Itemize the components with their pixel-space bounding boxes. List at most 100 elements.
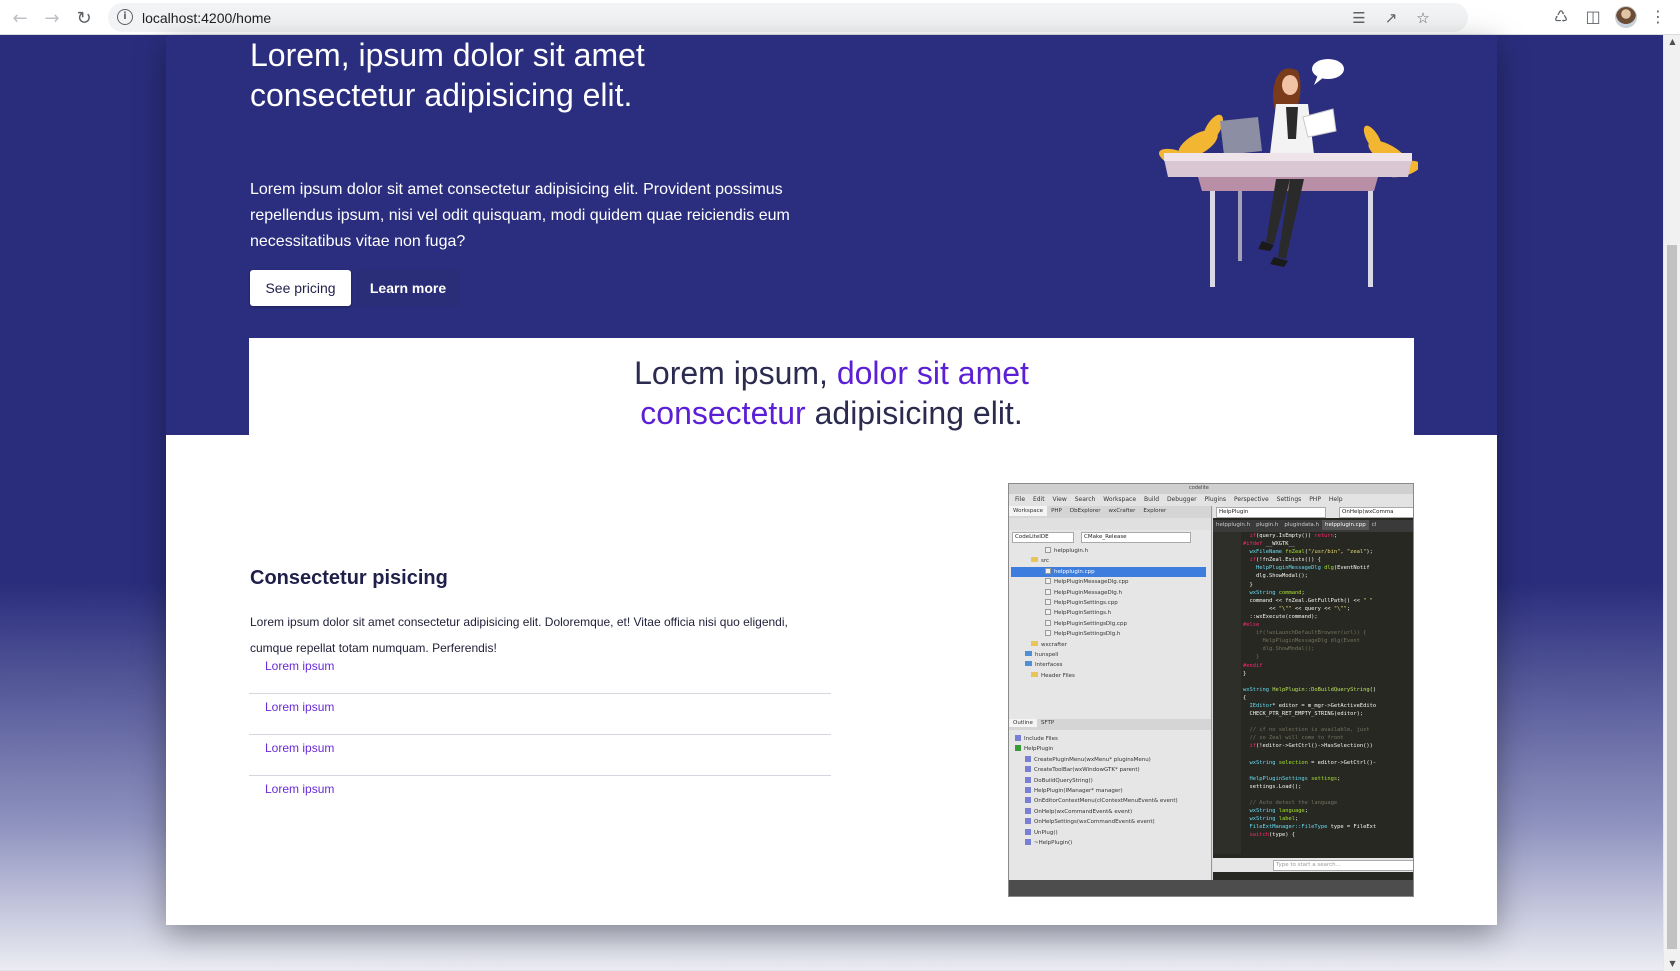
ide-tab: cl [1371,522,1377,528]
outline-item: OnHelp(wxCommandEvent& event) [1015,807,1205,817]
hero-section: Lorem, ipsum dolor sit amet consectetur … [166,35,1497,435]
ide-tab: wxCrafter [1108,508,1136,514]
hero-illustration [1159,59,1418,287]
ide-left-toolbar [1009,518,1211,530]
tree-item: HelpPluginSettingsDlg.cpp [1011,619,1206,629]
ide-outline: Include Files HelpPlugin CreatePluginMen… [1015,734,1205,848]
ide-screenshot: codelite File Edit View Search Workspace… [1008,483,1414,897]
banner-title-part1: Lorem ipsum, [634,355,837,391]
outline-item: Include Files [1015,734,1205,744]
hero-text: Lorem ipsum dolor sit amet consectetur a… [250,181,790,250]
ide-tab: Explorer [1143,508,1167,514]
banner-title-accent2: consectetur [640,395,806,431]
list-item[interactable]: Lorem ipsum [249,776,831,817]
scroll-down-icon[interactable]: ▼ [1664,957,1680,971]
ide-tab: helpplugin.cpp [1322,520,1369,530]
menu-icon[interactable]: ⋮ [1648,7,1668,27]
ide-outline-tabs: Outline SFTP [1009,719,1211,730]
ide-titlebar: codelite [1009,484,1413,494]
banner-title-accent1: dolor sit amet [836,355,1029,391]
see-pricing-button[interactable]: See pricing [250,270,351,306]
ide-search-input: Type to start a search... [1273,860,1413,871]
ide-tab: helpplugin.h [1216,522,1251,528]
intro-banner: Lorem ipsum, dolor sit amet consectetur … [249,338,1414,435]
list-item[interactable]: Lorem ipsum [249,653,831,694]
feature-section: Consectetur pisicing Lorem ipsum dolor s… [166,435,1497,925]
forward-icon[interactable]: → [40,6,64,30]
feature-link-list: Lorem ipsum Lorem ipsum Lorem ipsum Lore… [249,653,831,817]
page-scrollbar[interactable]: ▲ ▼ [1663,35,1680,971]
ide-function-combo: OnHelp(wxComma [1339,507,1413,518]
ide-tab: plugindata.h [1284,522,1320,528]
tree-item: wxcrafter [1011,640,1206,650]
outline-item: ~HelpPlugin() [1015,838,1205,848]
tree-item: Header Files [1011,671,1206,681]
ide-search-bar: Type to start a search... [1213,858,1413,872]
ide-tab: PHP [1051,508,1062,514]
list-item[interactable]: Lorem ipsum [249,694,831,735]
scroll-thumb[interactable] [1667,245,1677,949]
ide-workspace-combo: CodeLiteIDE [1012,532,1074,543]
site-info-icon[interactable]: i [117,9,133,25]
ide-menu: File [1015,496,1026,503]
back-icon[interactable]: ← [8,6,32,30]
ide-menu: Perspective [1233,496,1269,503]
tree-item: HelpPluginSettings.cpp [1011,598,1206,608]
outline-item: CreatePluginMenu(wxMenu* pluginsMenu) [1015,755,1205,765]
ide-menu: Search [1074,496,1096,503]
address-bar[interactable]: i localhost:4200/home ☰ ↗ ☆ [108,3,1468,32]
banner-title-part2: adipisicing elit. [805,395,1023,431]
tree-item: HelpPluginSettingsDlg.h [1011,629,1206,639]
ide-config-combo: CMake_Release [1081,532,1191,543]
outline-item: OnEditorContextMenu(clContextMenuEvent& … [1015,796,1205,806]
outline-item: HelpPlugin(IManager* manager) [1015,786,1205,796]
ide-menu: Help [1328,496,1343,503]
ide-menubar: File Edit View Search Workspace Build De… [1009,494,1413,506]
ide-gutter [1213,532,1241,854]
star-icon[interactable]: ☆ [1414,9,1432,27]
sidepanel-icon[interactable]: ◫ [1583,7,1603,27]
ide-left-tabs: Workspace PHP DbExplorer wxCrafter Explorer [1009,506,1211,518]
outline-item: UnPlug() [1015,828,1205,838]
ide-tab: SFTP [1040,720,1055,726]
tree-item: src [1011,556,1206,566]
outline-item: CreateToolBar(wxWindowGTK* parent) [1015,765,1205,775]
ide-menu: Debugger [1166,496,1197,503]
ide-workspace-pane: Workspace PHP DbExplorer wxCrafter Explorer … [1009,506,1212,880]
reload-icon[interactable]: ↻ [72,6,96,30]
tree-item: helpplugin.cpp [1011,566,1206,578]
ide-editor-toolbar: HelpPlugin OnHelp(wxComma [1213,506,1413,518]
learn-more-button[interactable]: Learn more [356,270,460,306]
ide-menu: PHP [1309,496,1321,503]
ide-tab: DbExplorer [1069,508,1101,514]
browser-toolbar: ← → ↻ i localhost:4200/home ☰ ↗ ☆ ♺ ◫ ⋮ [0,0,1680,35]
extensions-icon[interactable]: ♺ [1551,7,1571,27]
ide-menu: Workspace [1103,496,1137,503]
ide-project-combo: HelpPlugin [1216,507,1326,518]
tree-item: HelpPluginMessageDlg.cpp [1011,577,1206,587]
tree-item: HelpPluginSettings.h [1011,608,1206,618]
outline-item: HelpPlugin [1015,744,1205,754]
outline-item: OnHelpSettings(wxCommandEvent& event) [1015,817,1205,827]
translate-icon[interactable]: ☰ [1350,9,1368,27]
ide-editor-tabs: helpplugin.h plugin.h plugindata.h helpplug… [1213,520,1413,532]
ide-tab: Workspace [1009,506,1048,516]
ide-menu: Build [1143,496,1160,503]
banner-title: Lorem ipsum, dolor sit amet consectetur … [249,353,1414,433]
ide-menu: Settings [1276,496,1302,503]
ide-menu: Edit [1032,496,1045,503]
ide-statusbar [1009,880,1413,896]
tree-item: hunspell [1011,650,1206,660]
scroll-up-icon[interactable]: ▲ [1664,35,1680,49]
url-text[interactable]: localhost:4200/home [142,10,271,26]
hero-title: Lorem, ipsum dolor sit amet consectetur … [250,37,645,113]
tree-item: HelpPluginMessageDlg.h [1011,588,1206,598]
ide-tab: plugin.h [1256,522,1279,528]
ide-file-tree: helpplugin.h src helpplugin.cpp HelpPlug… [1011,546,1206,681]
page-container: Lorem, ipsum dolor sit amet consectetur … [166,35,1497,925]
list-item[interactable]: Lorem ipsum [249,735,831,776]
tree-item: helpplugin.h [1011,546,1206,556]
avatar[interactable] [1615,6,1637,28]
share-icon[interactable]: ↗ [1382,9,1400,27]
outline-item: DoBuildQueryString() [1015,776,1205,786]
